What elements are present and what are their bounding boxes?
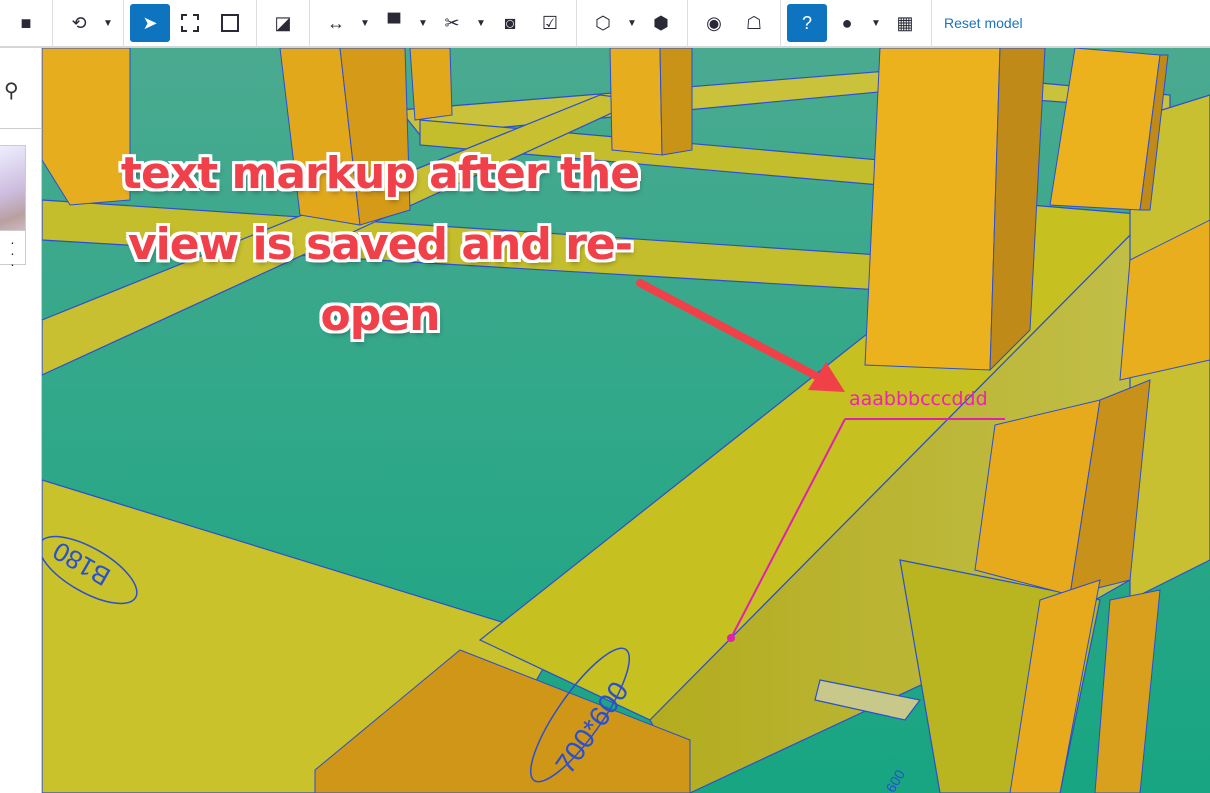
text-markup[interactable]: aaabbbcccddd bbox=[849, 388, 988, 410]
view-icon[interactable]: ◉ bbox=[694, 4, 734, 42]
sidebar-divider bbox=[0, 128, 42, 129]
group-file: ■ bbox=[0, 0, 53, 47]
orbit-icon[interactable]: ⟲ bbox=[59, 4, 99, 42]
group-help: ? ● ▼ ▦ bbox=[781, 0, 932, 47]
fit-icon[interactable] bbox=[210, 4, 250, 42]
ghost-icon[interactable]: ☖ bbox=[734, 4, 774, 42]
group-selection: ➤ bbox=[124, 0, 257, 47]
group-exposure: ◪ bbox=[257, 0, 310, 47]
search-icon[interactable]: ⚲ bbox=[4, 78, 19, 103]
toolbar: ■ ⟲ ▼ ➤ ◪ ↔ ▼ ▀ ▼ ✂ ▼ ◙ ☑ ⬡ ▼ ⬢ ◉ ☖ ? ● … bbox=[0, 0, 1210, 48]
exposure-icon[interactable]: ◪ bbox=[263, 4, 303, 42]
sidebar: ⚲ · · · bbox=[0, 48, 42, 793]
paint-dropdown-caret[interactable]: ▼ bbox=[414, 18, 432, 29]
paint-icon[interactable]: ▀ bbox=[374, 4, 414, 42]
checklist-icon[interactable]: ☑ bbox=[530, 4, 570, 42]
measure-dropdown-caret[interactable]: ▼ bbox=[356, 18, 374, 29]
annotation-text: text markup after the view is saved and … bbox=[95, 138, 665, 351]
eye-dropdown-caret[interactable]: ▼ bbox=[867, 18, 885, 29]
cut-dropdown-caret[interactable]: ▼ bbox=[472, 18, 490, 29]
select-icon[interactable]: ➤ bbox=[130, 4, 170, 42]
eye-icon[interactable]: ● bbox=[827, 4, 867, 42]
snapshot-icon[interactable]: ◙ bbox=[490, 4, 530, 42]
box-select-icon[interactable] bbox=[170, 4, 210, 42]
annotation-line: open bbox=[320, 290, 441, 341]
cube-solid-icon[interactable]: ⬢ bbox=[641, 4, 681, 42]
thumbnail-menu-icon[interactable]: · · · bbox=[0, 230, 25, 271]
group-visibility: ◉ ☖ bbox=[688, 0, 781, 47]
texture-icon[interactable]: ▦ bbox=[885, 4, 925, 42]
cube-dropdown-caret[interactable]: ▼ bbox=[623, 18, 641, 29]
orbit-dropdown-caret[interactable]: ▼ bbox=[99, 18, 117, 29]
cut-icon[interactable]: ✂ bbox=[432, 4, 472, 42]
annotation-line: text markup after the bbox=[120, 148, 640, 199]
group-views: ⬡ ▼ ⬢ bbox=[577, 0, 688, 47]
help-icon[interactable]: ? bbox=[787, 4, 827, 42]
reset-model-link[interactable]: Reset model bbox=[932, 15, 1035, 31]
measure-icon[interactable]: ↔ bbox=[316, 4, 356, 42]
model-thumbnail[interactable]: · · · bbox=[0, 145, 26, 271]
group-navigation: ⟲ ▼ bbox=[53, 0, 124, 47]
cube-icon[interactable]: ⬡ bbox=[583, 4, 623, 42]
group-tools: ↔ ▼ ▀ ▼ ✂ ▼ ◙ ☑ bbox=[310, 0, 577, 47]
folder-icon[interactable]: ■ bbox=[6, 4, 46, 42]
annotation-line: view is saved and re- bbox=[127, 219, 633, 270]
